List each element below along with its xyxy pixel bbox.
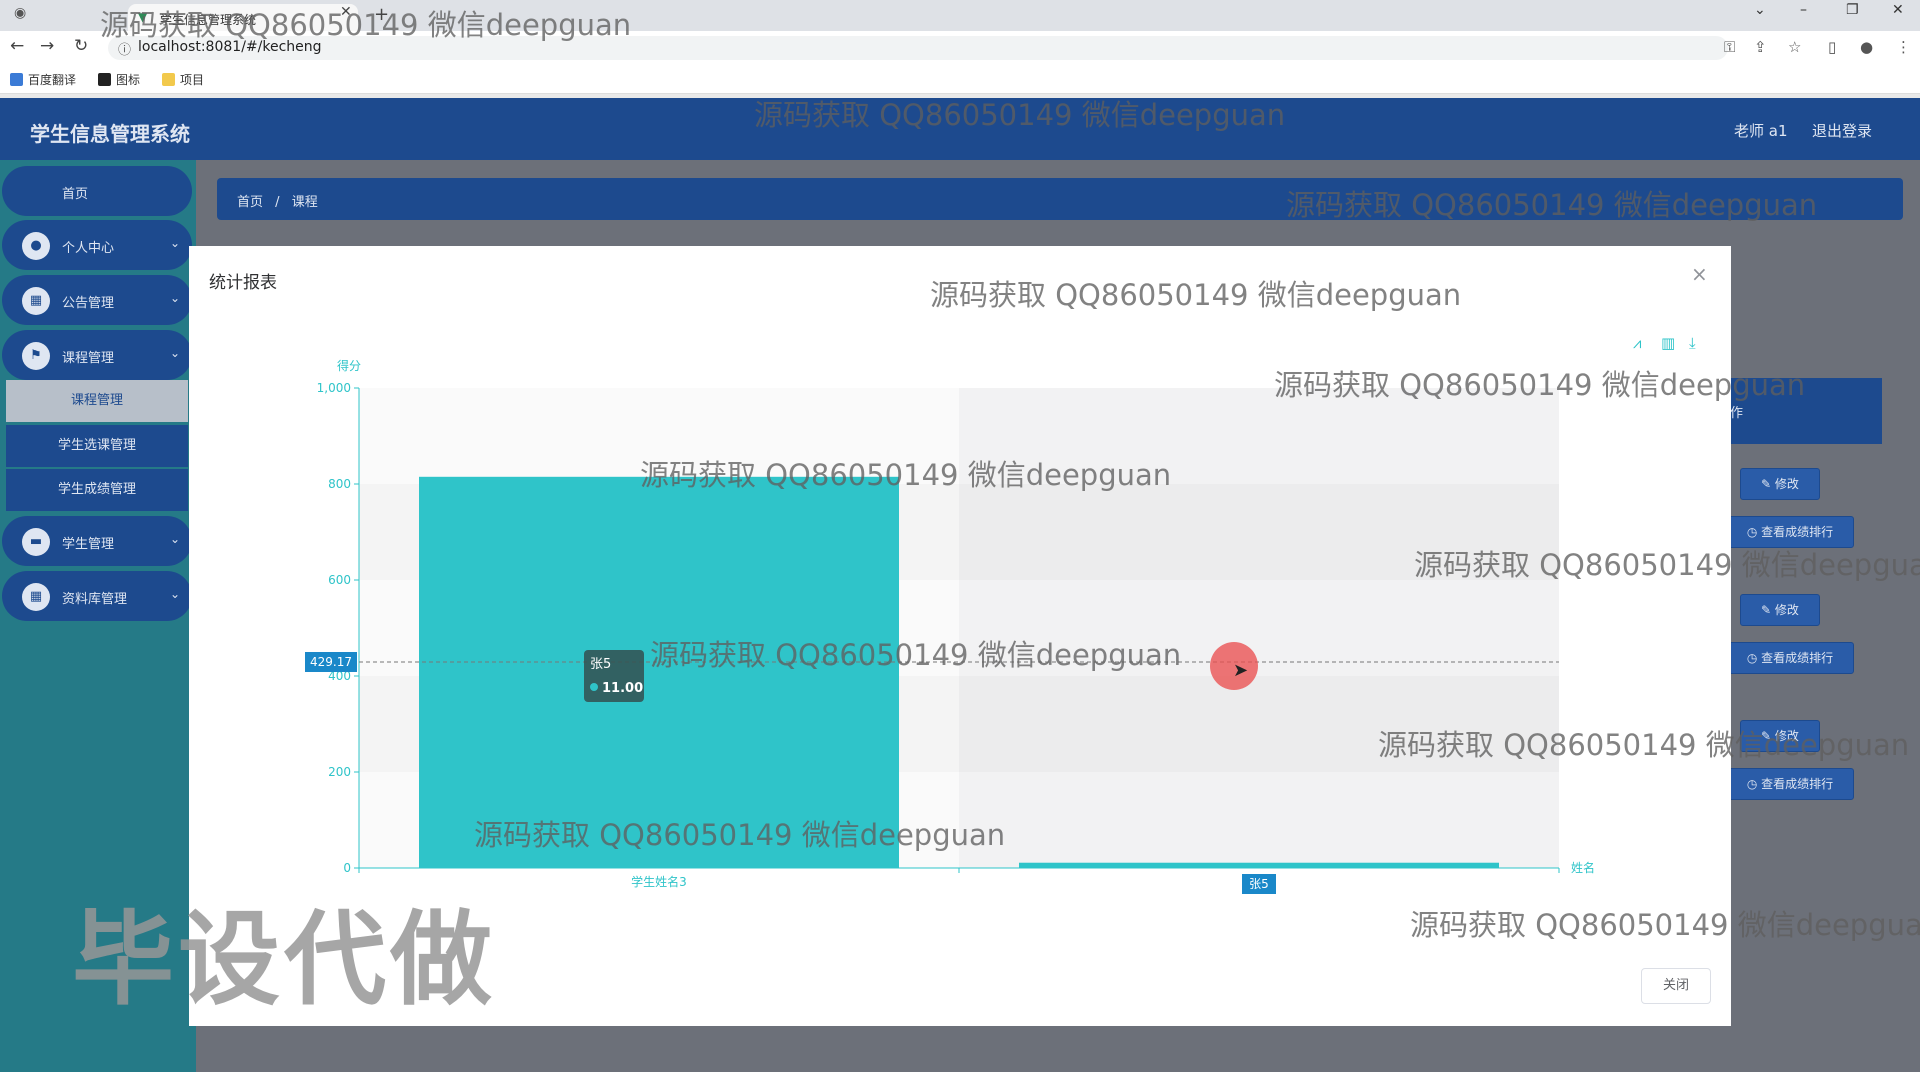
- tab-list-icon[interactable]: ⌄: [1754, 2, 1766, 18]
- rank-button[interactable]: ◷ 查看成绩排行: [1726, 768, 1854, 800]
- url-field[interactable]: ⓘ localhost:8081/#/kecheng: [108, 36, 1728, 60]
- breadcrumb-current: 课程: [291, 195, 318, 210]
- edit-button[interactable]: ✎ 修改: [1740, 468, 1820, 500]
- sidepanel-icon[interactable]: ▯: [1828, 38, 1836, 56]
- tab-title: 学生信息管理系统: [160, 13, 257, 27]
- app-header: 学生信息管理系统 老师 a1 退出登录: [0, 98, 1920, 160]
- sidebar-subitem-selection[interactable]: 学生选课管理: [6, 425, 188, 467]
- y-tick-label: 800: [328, 477, 351, 491]
- edit-button[interactable]: ✎ 修改: [1740, 594, 1820, 626]
- breadcrumb-separator: /: [275, 195, 280, 210]
- y-tick-label: 200: [328, 765, 351, 779]
- profile-icon[interactable]: ●: [1860, 38, 1873, 56]
- chevron-down-icon: ⌄: [170, 346, 181, 360]
- y-tick-label: 600: [328, 573, 351, 587]
- folder-icon: [162, 73, 175, 86]
- rank-button[interactable]: ◷ 查看成绩排行: [1726, 642, 1854, 674]
- window-close-icon[interactable]: ✕: [1892, 2, 1904, 18]
- star-icon[interactable]: ☆: [1788, 38, 1801, 56]
- y-tick-label: 0: [343, 861, 351, 875]
- share-icon[interactable]: ⇪: [1754, 38, 1767, 56]
- apps-icon: ▦: [22, 583, 50, 611]
- info-icon: ⓘ: [118, 43, 132, 58]
- dialog-title: 统计报表: [209, 273, 277, 293]
- chevron-down-icon: ⌄: [170, 587, 181, 601]
- vue-icon: ▼: [138, 10, 148, 24]
- forward-icon[interactable]: →: [40, 36, 54, 56]
- bookmarks-bar: 百度翻译 图标 项目: [0, 64, 1920, 94]
- y-axis-title: 得分: [337, 358, 361, 373]
- rank-button[interactable]: ◷ 查看成绩排行: [1726, 516, 1854, 548]
- logout-link[interactable]: 退出登录: [1812, 120, 1872, 141]
- chevron-down-icon: ⌄: [170, 291, 181, 305]
- student-icon: ▬: [22, 528, 50, 556]
- browser-menu-icon[interactable]: ◉: [14, 5, 26, 21]
- edit-button[interactable]: ✎ 修改: [1740, 720, 1820, 752]
- close-button[interactable]: 关闭: [1641, 968, 1711, 1004]
- breadcrumb: 首页 / 课程: [217, 178, 1903, 220]
- chevron-down-icon: ⌄: [170, 532, 181, 546]
- app-title: 学生信息管理系统: [30, 122, 190, 146]
- sidebar-item-home[interactable]: 首页: [2, 166, 192, 216]
- grid-icon: ▦: [22, 287, 50, 315]
- browser-tabbar: ◉ ▼ 学生信息管理系统 ✕ + ⌄ – ❐ ✕: [0, 0, 1920, 31]
- x-tick-label: 学生姓名3: [631, 874, 687, 889]
- url-text: localhost:8081/#/kecheng: [138, 39, 322, 55]
- tab-close-icon[interactable]: ✕: [340, 4, 352, 20]
- x-tick-label: 张5: [1249, 877, 1269, 891]
- sidebar-subitem-grades[interactable]: 学生成绩管理: [6, 469, 188, 511]
- bar: [419, 476, 899, 868]
- sidebar-item-notice[interactable]: ▦ 公告管理 ⌄: [2, 275, 192, 325]
- tooltip-name: 张5: [590, 657, 611, 672]
- close-icon[interactable]: ×: [1691, 262, 1708, 286]
- split-area: [959, 388, 1559, 868]
- restore-icon[interactable]: ❐: [1846, 2, 1859, 18]
- y-tick-label: 1,000: [317, 381, 351, 395]
- watermark-large: 毕设代做: [72, 901, 496, 1020]
- breadcrumb-home[interactable]: 首页: [237, 195, 263, 210]
- bookmark-item[interactable]: 图标: [98, 71, 140, 88]
- user-icon: ●: [22, 232, 50, 260]
- mouse-cursor-icon: ➤: [1233, 660, 1249, 681]
- tooltip-value: 11.00: [602, 681, 643, 696]
- bar: [1019, 862, 1499, 868]
- bookmark-item[interactable]: 百度翻译: [10, 71, 76, 88]
- sidebar-item-library[interactable]: ▦ 资料库管理 ⌄: [2, 571, 192, 621]
- chevron-down-icon: ⌄: [170, 236, 181, 250]
- user-name: 老师 a1: [1734, 122, 1788, 140]
- key-icon[interactable]: ⚿: [1724, 38, 1735, 56]
- sidebar-item-student[interactable]: ▬ 学生管理 ⌄: [2, 516, 192, 566]
- translate-icon: [10, 73, 23, 86]
- sidebar-subitem-course[interactable]: 课程管理: [6, 380, 188, 422]
- flag-icon: ⚑: [22, 342, 50, 370]
- bar-chart: 02004006008001,000得分姓名学生姓名3 张5429.17 张511.…: [305, 358, 1595, 894]
- minimize-icon[interactable]: –: [1800, 2, 1807, 18]
- axis-pointer-label: 429.17: [310, 655, 352, 669]
- back-icon[interactable]: ←: [10, 36, 24, 56]
- more-icon[interactable]: ⋮: [1896, 38, 1911, 56]
- new-tab-icon[interactable]: +: [374, 4, 389, 25]
- sidebar-item-course[interactable]: ⚑ 课程管理 ⌄: [2, 330, 192, 380]
- x-axis-title: 姓名: [1571, 860, 1595, 875]
- sidebar-item-personal[interactable]: ● 个人中心 ⌄: [2, 220, 192, 270]
- reload-icon[interactable]: ↻: [74, 36, 88, 56]
- browser-tab[interactable]: ▼ 学生信息管理系统: [128, 4, 358, 31]
- tooltip-marker: [590, 682, 598, 691]
- bookmark-item[interactable]: 项目: [162, 71, 204, 88]
- image-icon: [98, 73, 111, 86]
